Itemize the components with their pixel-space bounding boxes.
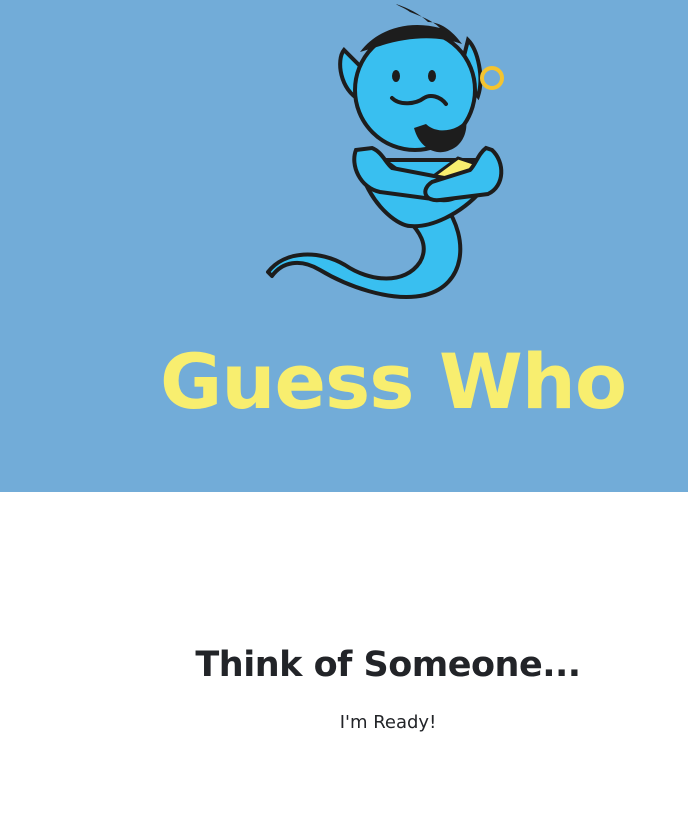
- ready-button[interactable]: I'm Ready!: [322, 706, 454, 740]
- app-title: Guess Who: [160, 337, 627, 426]
- prompt-heading: Think of Someone...: [195, 645, 581, 685]
- main-content: Think of Someone... I'm Ready!: [0, 492, 688, 818]
- hero-banner: Guess Who: [0, 0, 688, 492]
- genie-icon: [266, 4, 504, 299]
